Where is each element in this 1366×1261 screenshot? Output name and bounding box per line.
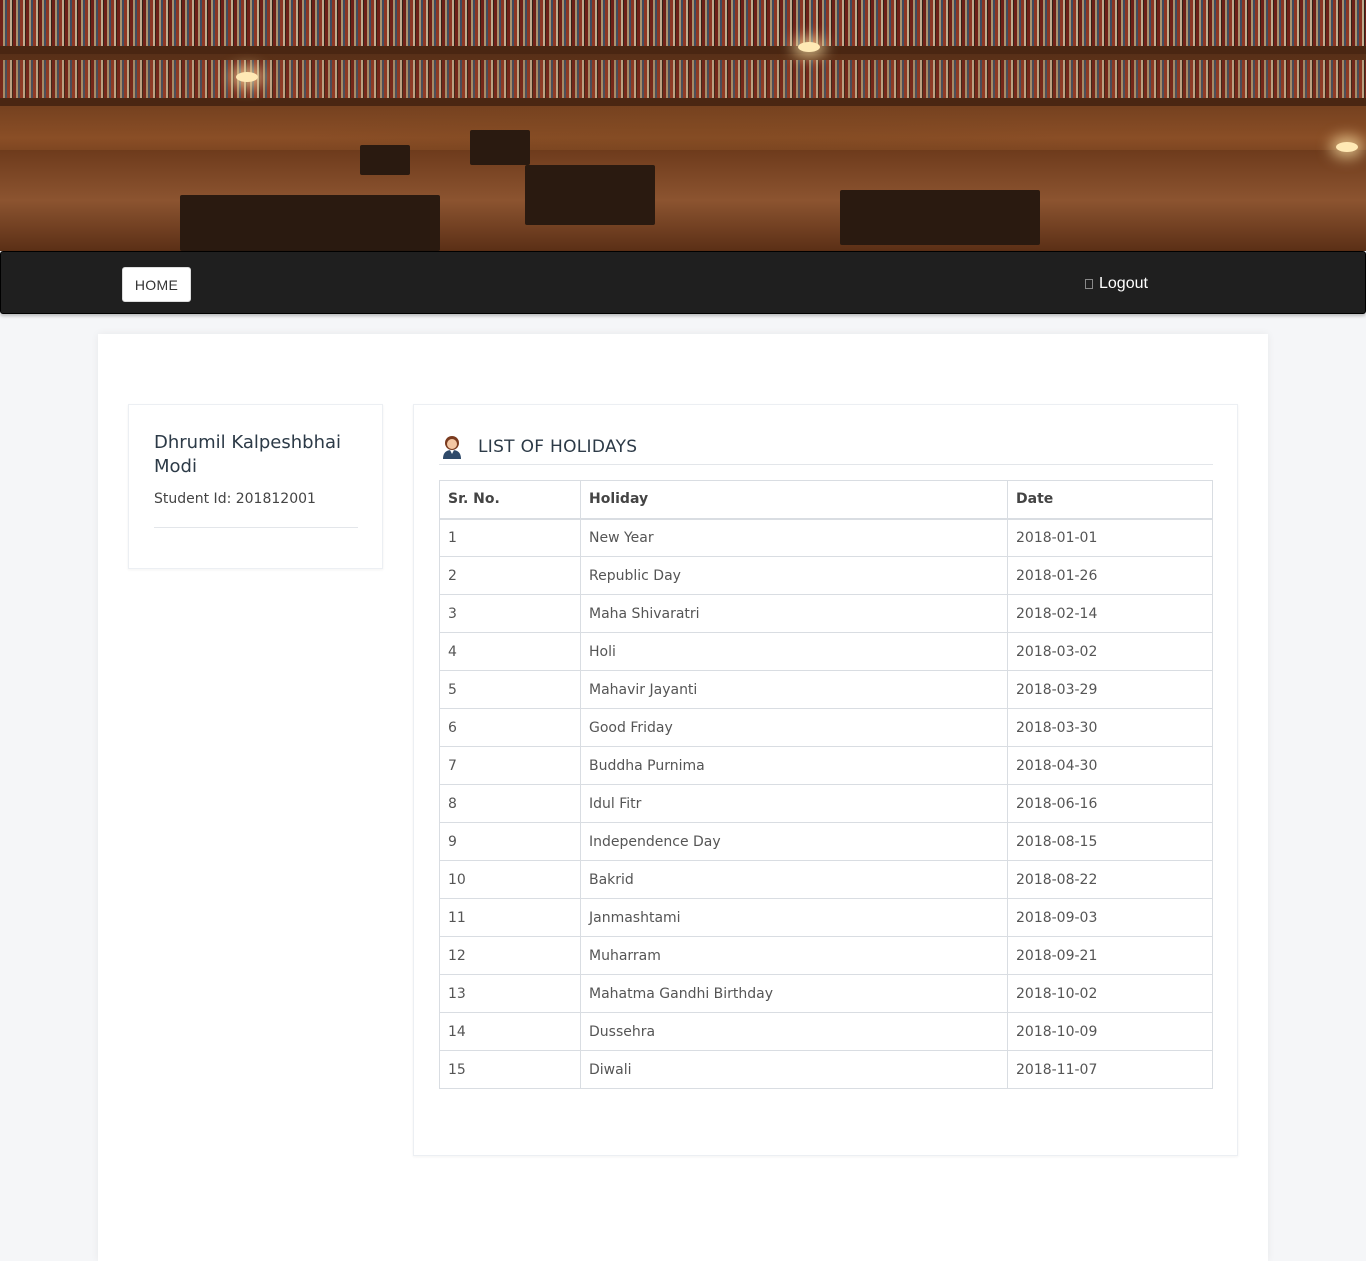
cell-holiday: Good Friday (580, 708, 1008, 747)
lamp (236, 72, 258, 82)
cell-date: 2018-04-30 (1007, 746, 1213, 785)
table-row: 14 Dussehra 2018-10-09 (439, 1012, 1213, 1051)
table-row: 7 Buddha Purnima 2018-04-30 (439, 746, 1213, 785)
column-header-date: Date (1007, 480, 1213, 520)
table-row: 2 Republic Day 2018-01-26 (439, 556, 1213, 595)
shelf-rail (0, 46, 1366, 54)
cell-holiday: Dussehra (580, 1012, 1008, 1051)
cell-sr-no: 5 (439, 670, 581, 709)
library-banner-image (0, 0, 1366, 251)
cell-sr-no: 2 (439, 556, 581, 595)
logout-icon (1085, 279, 1093, 289)
home-button[interactable]: HOME (122, 267, 191, 302)
cell-date: 2018-08-15 (1007, 822, 1213, 861)
table-row: 10 Bakrid 2018-08-22 (439, 860, 1213, 899)
cell-sr-no: 9 (439, 822, 581, 861)
bookshelf-upper (0, 0, 1366, 46)
cell-holiday: Idul Fitr (580, 784, 1008, 823)
cell-sr-no: 15 (439, 1050, 581, 1089)
cell-date: 2018-06-16 (1007, 784, 1213, 823)
cell-date: 2018-09-03 (1007, 898, 1213, 937)
desk (470, 130, 530, 165)
cell-sr-no: 11 (439, 898, 581, 937)
cell-holiday: Republic Day (580, 556, 1008, 595)
lamp (1336, 142, 1358, 152)
table-row: 12 Muharram 2018-09-21 (439, 936, 1213, 975)
cell-sr-no: 10 (439, 860, 581, 899)
table-row: 15 Diwali 2018-11-07 (439, 1050, 1213, 1089)
main-panel: Dhrumil Kalpeshbhai Modi Student Id: 201… (98, 334, 1268, 1261)
desk (360, 145, 410, 175)
student-id: Student Id: 201812001 (154, 491, 316, 507)
cell-date: 2018-02-14 (1007, 594, 1213, 633)
holiday-table: Sr. No. Holiday Date 1 New Year 2018-01-01… (439, 480, 1213, 1089)
user-avatar-icon (443, 435, 461, 459)
profile-card: Dhrumil Kalpeshbhai Modi Student Id: 201… (128, 404, 383, 569)
cell-date: 2018-09-21 (1007, 936, 1213, 975)
table-row: 1 New Year 2018-01-01 (439, 518, 1213, 557)
table-row: 11 Janmashtami 2018-09-03 (439, 898, 1213, 937)
cell-holiday: Mahavir Jayanti (580, 670, 1008, 709)
cell-date: 2018-10-02 (1007, 974, 1213, 1013)
desk (525, 165, 655, 225)
cell-holiday: Maha Shivaratri (580, 594, 1008, 633)
cell-sr-no: 8 (439, 784, 581, 823)
bookshelf-lower (0, 60, 1366, 98)
lamp (798, 42, 820, 52)
cell-date: 2018-11-07 (1007, 1050, 1213, 1089)
desk (840, 190, 1040, 245)
cell-sr-no: 12 (439, 936, 581, 975)
column-header-sr-no: Sr. No. (439, 480, 581, 520)
shelf-rail (0, 98, 1366, 106)
cell-date: 2018-08-22 (1007, 860, 1213, 899)
cell-sr-no: 14 (439, 1012, 581, 1051)
table-row: 8 Idul Fitr 2018-06-16 (439, 784, 1213, 823)
cell-holiday: Mahatma Gandhi Birthday (580, 974, 1008, 1013)
table-row: 13 Mahatma Gandhi Birthday 2018-10-02 (439, 974, 1213, 1013)
table-row: 4 Holi 2018-03-02 (439, 632, 1213, 671)
cell-sr-no: 1 (439, 518, 581, 557)
holiday-list-title: LIST OF HOLIDAYS (478, 436, 638, 457)
divider (154, 527, 358, 528)
cell-holiday: Bakrid (580, 860, 1008, 899)
student-name: Dhrumil Kalpeshbhai Modi (154, 432, 342, 477)
table-row: 3 Maha Shivaratri 2018-02-14 (439, 594, 1213, 633)
cell-date: 2018-03-29 (1007, 670, 1213, 709)
cell-holiday: Muharram (580, 936, 1008, 975)
benches (180, 195, 440, 251)
cell-date: 2018-10-09 (1007, 1012, 1213, 1051)
holiday-list-card: LIST OF HOLIDAYS Sr. No. Holiday Date 1N… (413, 404, 1238, 1156)
cell-date: 2018-01-26 (1007, 556, 1213, 595)
table-row: 6 Good Friday 2018-03-30 (439, 708, 1213, 747)
cell-sr-no: 13 (439, 974, 581, 1013)
cell-sr-no: 6 (439, 708, 581, 747)
cell-sr-no: 7 (439, 746, 581, 785)
table-row: 9 Independence Day 2018-08-15 (439, 822, 1213, 861)
cell-holiday: Janmashtami (580, 898, 1008, 937)
table-header-row: Sr. No. Holiday Date (439, 480, 1213, 520)
cell-date: 2018-01-01 (1007, 518, 1213, 557)
logout-label: Logout (1099, 275, 1148, 292)
cell-sr-no: 4 (439, 632, 581, 671)
column-header-holiday: Holiday (580, 480, 1008, 520)
cell-date: 2018-03-02 (1007, 632, 1213, 671)
cell-holiday: Independence Day (580, 822, 1008, 861)
cell-holiday: Buddha Purnima (580, 746, 1008, 785)
cell-date: 2018-03-30 (1007, 708, 1213, 747)
cell-holiday: Diwali (580, 1050, 1008, 1089)
holiday-list-header: LIST OF HOLIDAYS (439, 429, 1213, 465)
cell-holiday: New Year (580, 518, 1008, 557)
cell-sr-no: 3 (439, 594, 581, 633)
top-navbar: HOME Logout (0, 251, 1366, 314)
table-row: 5 Mahavir Jayanti 2018-03-29 (439, 670, 1213, 709)
cell-holiday: Holi (580, 632, 1008, 671)
logout-link[interactable]: Logout (1085, 272, 1148, 296)
